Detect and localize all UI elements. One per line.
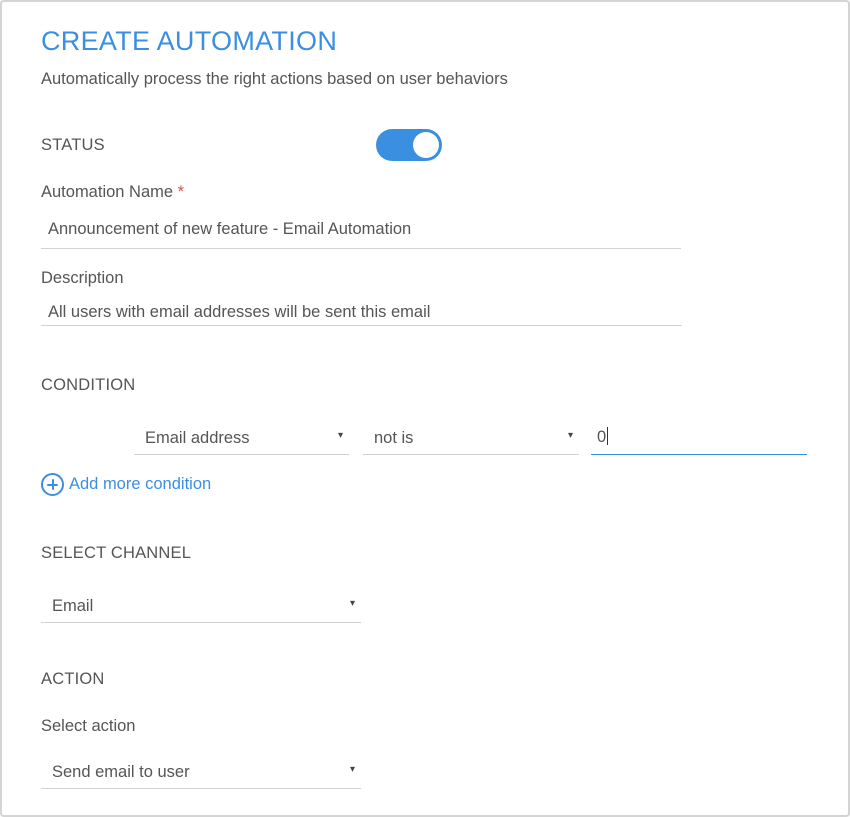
channel-value: Email bbox=[52, 597, 94, 615]
automation-name-value: Announcement of new feature - Email Auto… bbox=[48, 220, 412, 238]
plus-circle-icon bbox=[41, 473, 64, 496]
page-title: CREATE AUTOMATION bbox=[41, 26, 338, 56]
status-toggle[interactable] bbox=[376, 129, 442, 161]
toggle-knob bbox=[413, 132, 439, 158]
chevron-down-icon: ▾ bbox=[337, 430, 343, 441]
action-select[interactable]: Send email to user ▾ bbox=[41, 756, 361, 789]
automation-form: CREATE AUTOMATION Automatically process … bbox=[0, 0, 850, 817]
condition-value-input[interactable]: 0 bbox=[591, 422, 807, 455]
chevron-down-icon: ▾ bbox=[567, 430, 573, 441]
automation-name-label-text: Automation Name bbox=[41, 183, 174, 201]
action-label: ACTION bbox=[41, 670, 105, 688]
condition-label: CONDITION bbox=[41, 376, 136, 394]
chevron-down-icon: ▾ bbox=[349, 598, 355, 609]
description-value: All users with email addresses will be s… bbox=[48, 303, 431, 321]
automation-name-label: Automation Name * bbox=[41, 183, 184, 202]
channel-label: SELECT CHANNEL bbox=[41, 544, 192, 562]
page-subtitle: Automatically process the right actions … bbox=[41, 70, 508, 88]
automation-name-input[interactable]: Announcement of new feature - Email Auto… bbox=[41, 216, 681, 249]
add-condition-label: Add more condition bbox=[69, 475, 212, 493]
add-condition-button[interactable]: Add more condition bbox=[41, 473, 211, 496]
chevron-down-icon: ▾ bbox=[349, 764, 355, 775]
condition-operator-value: not is bbox=[374, 429, 414, 447]
text-caret bbox=[607, 427, 609, 445]
condition-field-select[interactable]: Email address ▾ bbox=[134, 422, 349, 455]
description-input[interactable]: All users with email addresses will be s… bbox=[41, 299, 682, 326]
description-label: Description bbox=[41, 269, 124, 287]
status-label: STATUS bbox=[41, 136, 105, 154]
condition-operator-select[interactable]: not is ▾ bbox=[363, 422, 579, 455]
action-value: Send email to user bbox=[52, 763, 190, 781]
condition-value-text: 0 bbox=[597, 428, 607, 446]
channel-select[interactable]: Email ▾ bbox=[41, 590, 361, 623]
required-mark: * bbox=[177, 183, 185, 201]
condition-field-value: Email address bbox=[145, 429, 250, 447]
select-action-label: Select action bbox=[41, 717, 136, 735]
